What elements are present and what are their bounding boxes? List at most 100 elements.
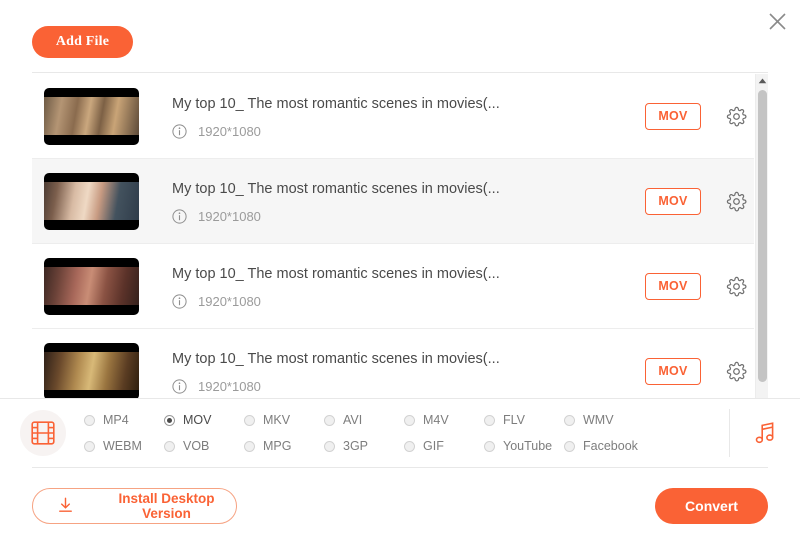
row-actions: MOV (645, 357, 748, 385)
format-option-label: GIF (423, 439, 444, 453)
video-thumbnail[interactable] (44, 87, 139, 145)
file-info: My top 10_ The most romantic scenes in m… (172, 264, 645, 309)
radio-icon (564, 414, 575, 426)
file-title: My top 10_ The most romantic scenes in m… (172, 265, 500, 282)
format-option-label: MP4 (103, 413, 129, 427)
format-option-label: YouTube (503, 439, 553, 453)
format-options-grid: MP4 MOV MKV AVI M4V FLV WMV WEBM VOB MPG… (84, 407, 729, 459)
format-option-label: Facebook (583, 439, 638, 453)
file-info: My top 10_ The most romantic scenes in m… (172, 94, 645, 139)
radio-icon (84, 440, 95, 452)
format-option-gif[interactable]: GIF (404, 433, 484, 459)
format-option-label: MPG (263, 439, 292, 453)
file-resolution: 1920*1080 (198, 208, 261, 224)
scrollbar-up-button[interactable] (756, 74, 768, 88)
row-format-button[interactable]: MOV (645, 357, 701, 385)
video-category-button[interactable] (20, 410, 66, 456)
row-settings-button[interactable] (724, 189, 748, 213)
chevron-up-icon (758, 78, 766, 84)
file-info: My top 10_ The most romantic scenes in m… (172, 179, 645, 224)
format-option-m4v[interactable]: M4V (404, 407, 484, 433)
table-row[interactable]: My top 10_ The most romantic scenes in m… (32, 74, 754, 159)
row-format-button[interactable]: MOV (645, 272, 701, 300)
file-title: My top 10_ The most romantic scenes in m… (172, 180, 500, 197)
format-option-label: FLV (503, 413, 525, 427)
format-option-mkv[interactable]: MKV (244, 407, 324, 433)
format-option-wmv[interactable]: WMV (564, 407, 644, 433)
add-file-area: Add File (32, 26, 133, 58)
radio-icon (324, 414, 335, 426)
gear-icon (726, 361, 746, 381)
close-button[interactable] (762, 6, 792, 36)
close-icon (768, 12, 786, 30)
info-icon (172, 293, 187, 309)
format-option-3gp[interactable]: 3GP (324, 433, 404, 459)
file-subinfo: 1920*1080 (172, 124, 645, 139)
gear-icon (726, 276, 746, 296)
audio-category-button[interactable] (730, 420, 800, 447)
format-option-flv[interactable]: FLV (484, 407, 564, 433)
radio-icon (564, 440, 575, 452)
download-icon (56, 496, 75, 515)
format-option-vob[interactable]: VOB (164, 433, 244, 459)
file-subinfo: 1920*1080 (172, 379, 645, 394)
gear-icon (726, 191, 746, 211)
install-desktop-version-button[interactable]: Install Desktop Version (32, 487, 237, 524)
radio-icon (404, 440, 415, 452)
row-settings-button[interactable] (724, 274, 748, 298)
file-list-scrollbar[interactable] (755, 74, 768, 398)
row-actions: MOV (645, 187, 748, 215)
radio-icon (484, 440, 495, 452)
row-actions: MOV (645, 102, 748, 130)
row-actions: MOV (645, 272, 748, 300)
file-info: My top 10_ The most romantic scenes in m… (172, 349, 645, 394)
format-option-mov[interactable]: MOV (164, 407, 244, 433)
video-thumbnail[interactable] (44, 342, 139, 398)
file-list: My top 10_ The most romantic scenes in m… (32, 74, 768, 398)
info-icon (172, 208, 187, 224)
video-converter-window: Add File My top 10_ The most romantic sc… (0, 0, 800, 543)
radio-icon (484, 414, 495, 426)
format-option-label: M4V (423, 413, 449, 427)
format-option-mp4[interactable]: MP4 (84, 407, 164, 433)
table-row[interactable]: My top 10_ The most romantic scenes in m… (32, 244, 754, 329)
row-settings-button[interactable] (724, 359, 748, 383)
video-thumbnail[interactable] (44, 257, 139, 315)
row-format-button[interactable]: MOV (645, 187, 701, 215)
file-list-scroll-content: My top 10_ The most romantic scenes in m… (32, 74, 754, 398)
format-option-youtube[interactable]: YouTube (484, 433, 564, 459)
radio-icon (404, 414, 415, 426)
radio-icon (324, 440, 335, 452)
table-row[interactable]: My top 10_ The most romantic scenes in m… (32, 159, 754, 244)
row-format-button[interactable]: MOV (645, 102, 701, 130)
install-button-label: Install Desktop Version (118, 490, 215, 521)
radio-icon (244, 414, 255, 426)
film-strip-icon (31, 421, 55, 445)
file-resolution: 1920*1080 (198, 123, 261, 139)
format-option-facebook[interactable]: Facebook (564, 433, 644, 459)
row-settings-button[interactable] (724, 104, 748, 128)
format-option-label: AVI (343, 413, 363, 427)
table-row[interactable]: My top 10_ The most romantic scenes in m… (32, 329, 754, 398)
format-option-label: MKV (263, 413, 291, 427)
format-option-webm[interactable]: WEBM (84, 433, 164, 459)
gear-icon (726, 106, 746, 126)
video-thumbnail[interactable] (44, 172, 139, 230)
format-option-label: WMV (583, 413, 614, 427)
add-file-button[interactable]: Add File (32, 26, 133, 58)
file-subinfo: 1920*1080 (172, 294, 645, 309)
info-icon (172, 378, 187, 394)
file-resolution: 1920*1080 (198, 293, 261, 309)
scrollbar-thumb[interactable] (758, 90, 767, 382)
format-option-label: MOV (183, 413, 212, 427)
footer-bar: Install Desktop Version Convert (0, 468, 800, 543)
format-option-label: WEBM (103, 439, 142, 453)
file-resolution: 1920*1080 (198, 378, 261, 394)
format-option-mpg[interactable]: MPG (244, 433, 324, 459)
radio-icon (164, 440, 175, 452)
file-subinfo: 1920*1080 (172, 209, 645, 224)
radio-icon (164, 414, 175, 426)
format-option-avi[interactable]: AVI (324, 407, 404, 433)
convert-button[interactable]: Convert (655, 487, 768, 524)
format-selector-bar: MP4 MOV MKV AVI M4V FLV WMV WEBM VOB MPG… (0, 399, 800, 467)
